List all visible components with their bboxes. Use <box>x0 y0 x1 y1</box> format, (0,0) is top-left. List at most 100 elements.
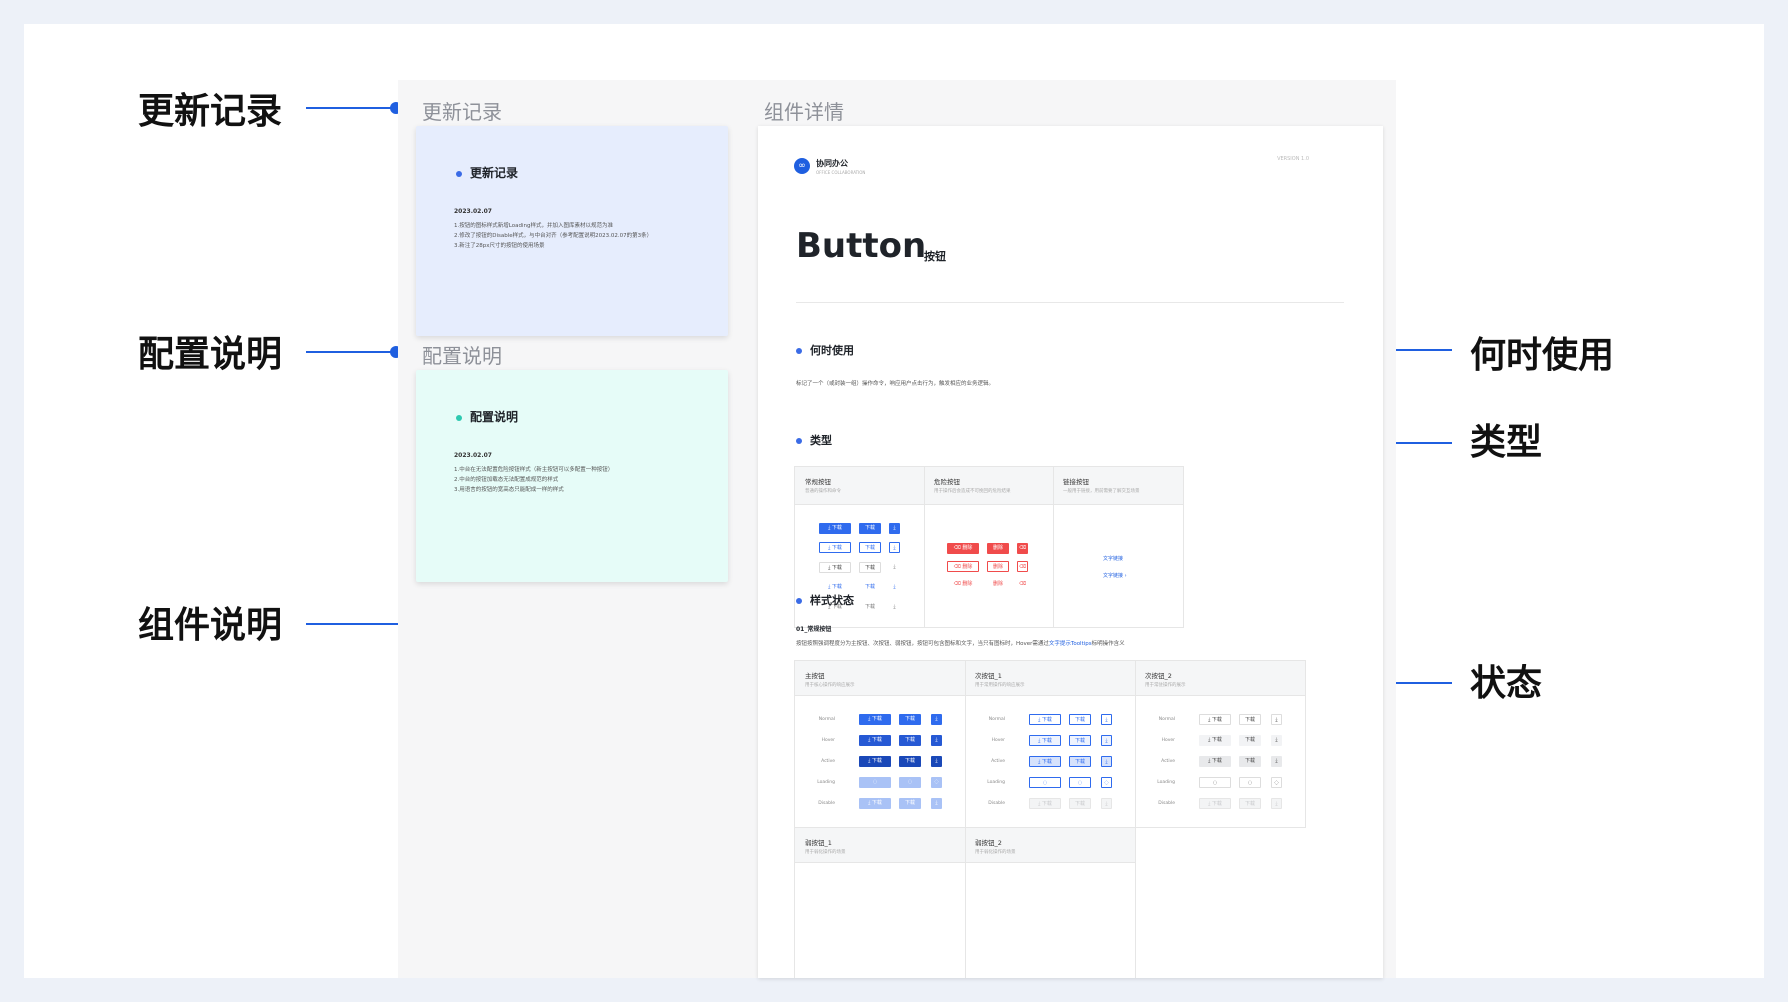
secondary-normal-button[interactable]: 下载 <box>1069 714 1091 725</box>
section-heading-when: 何时使用 <box>796 342 854 358</box>
primary-active-button[interactable]: ⤓ 下载 <box>859 756 891 767</box>
config-card: 配置说明 2023.02.07 1.中台在无法配置危险按钮样式（新主按钮可以多配… <box>416 370 728 582</box>
states-table-header <box>795 661 1305 696</box>
secondary-normal-button[interactable]: ⤓ 下载 <box>1029 714 1061 725</box>
download-icon-button[interactable]: ⤓ <box>889 523 900 534</box>
delete-icon-button[interactable]: ⌫ <box>1017 543 1028 554</box>
primary-icon-button[interactable]: ⤓ <box>931 735 942 746</box>
secondary-icon-button[interactable]: ⤓ <box>1101 714 1112 725</box>
tertiary-loading-button[interactable]: ◌ <box>1239 777 1261 788</box>
section-heading-states: 样式状态 <box>796 592 854 608</box>
tertiary-normal-button[interactable]: 下载 <box>1239 714 1261 725</box>
download-button[interactable]: ⤓ 下载 <box>819 523 851 534</box>
row-label: Active <box>991 759 1005 764</box>
download-icon-button[interactable]: ⤓ <box>889 602 900 613</box>
card-line: 3.用语言的按钮的宽高态只能配成一样的样式 <box>454 487 564 493</box>
download-button[interactable]: 下载 <box>859 562 881 573</box>
delete-icon-button[interactable]: ⌫ <box>1017 561 1028 572</box>
secondary-icon-button[interactable]: ⤓ <box>1101 756 1112 767</box>
weak-buttons-table: 弱按钮_1 用于弱化操作的场景 弱按钮_2 用于弱化操作的场景 <box>794 827 1136 978</box>
group-sub: 用于弱化操作的场景 <box>975 850 1016 855</box>
brand-logo-icon: ∞ <box>794 158 810 174</box>
delete-button[interactable]: 删除 <box>987 561 1009 572</box>
card-title: 更新记录 <box>456 164 518 181</box>
delete-icon-button[interactable]: ⌫ <box>1017 579 1028 590</box>
delete-button[interactable]: ⌫ 删除 <box>947 561 979 572</box>
group-title: 次按钮_1 <box>975 672 1002 680</box>
card-line: 2.中台的按钮加载态无法配置成规范的样式 <box>454 477 559 483</box>
page-title: Button <box>796 226 927 266</box>
primary-normal-button[interactable]: 下载 <box>899 714 921 725</box>
text-link-arrow[interactable]: 文字链接 › <box>1103 572 1127 579</box>
card-line: 3.新注了28px尺寸的按钮的使用场景 <box>454 243 545 249</box>
download-button[interactable]: ⤓ 下载 <box>819 542 851 553</box>
secondary-active-button[interactable]: 下载 <box>1069 756 1091 767</box>
callout-changelog: 更新记录 <box>138 91 283 132</box>
row-label: Active <box>1161 759 1175 764</box>
primary-hover-button[interactable]: 下载 <box>899 735 921 746</box>
row-label: Hover <box>991 738 1005 743</box>
primary-loading-icon-button[interactable]: ◌ <box>931 777 942 788</box>
type-sub: 一般用于链接，用前需要了解交互场景 <box>1063 489 1140 494</box>
secondary-loading-icon-button[interactable]: ◌ <box>1101 777 1112 788</box>
download-icon-button[interactable]: ⤓ <box>889 562 900 573</box>
tertiary-loading-button[interactable]: ◌ <box>1199 777 1231 788</box>
secondary-active-button[interactable]: ⤓ 下载 <box>1029 756 1061 767</box>
section-title-detail: 组件详情 <box>764 100 844 124</box>
group-sub: 用于弱化操作的场景 <box>805 850 846 855</box>
callout-when-to-use: 何时使用 <box>1470 335 1615 376</box>
tertiary-icon-button[interactable]: ⤓ <box>1271 756 1282 767</box>
primary-normal-button[interactable]: ⤓ 下载 <box>859 714 891 725</box>
tertiary-icon-button[interactable]: ⤓ <box>1271 714 1282 725</box>
tooltip-link: 文字提示Tooltips <box>1048 641 1092 647</box>
group-title: 弱按钮_1 <box>805 839 832 847</box>
text-link[interactable]: 文字链接 <box>1103 555 1123 562</box>
download-button[interactable]: 下载 <box>859 523 881 534</box>
group-title: 次按钮_2 <box>1145 672 1172 680</box>
download-button[interactable]: 下载 <box>859 602 881 613</box>
secondary-icon-button[interactable]: ⤓ <box>1101 735 1112 746</box>
download-button[interactable]: 下载 <box>859 582 881 593</box>
component-doc: ∞ 协同办公 OFFICE COLLABORATION VERSION 1.0 … <box>758 126 1383 978</box>
primary-loading-button[interactable]: ◌ <box>859 777 891 788</box>
download-button[interactable]: 下载 <box>859 542 881 553</box>
page-subtitle: 按钮 <box>924 250 946 263</box>
row-label: Disable <box>1158 801 1175 806</box>
secondary-hover-button[interactable]: ⤓ 下载 <box>1029 735 1061 746</box>
bullet-icon <box>796 598 802 604</box>
tertiary-disabled-button: ⤓ 下载 <box>1199 798 1231 809</box>
tertiary-hover-button[interactable]: ⤓ 下载 <box>1199 735 1231 746</box>
primary-icon-button[interactable]: ⤓ <box>931 714 942 725</box>
secondary-loading-button[interactable]: ◌ <box>1029 777 1061 788</box>
delete-button[interactable]: 删除 <box>987 579 1009 590</box>
primary-active-button[interactable]: 下载 <box>899 756 921 767</box>
row-label: Loading <box>817 780 835 785</box>
tertiary-icon-button[interactable]: ⤓ <box>1271 735 1282 746</box>
tertiary-loading-icon-button[interactable]: ◌ <box>1271 777 1282 788</box>
primary-disabled-icon-button: ⤓ <box>931 798 942 809</box>
download-icon-button[interactable]: ⤓ <box>889 542 900 553</box>
tertiary-hover-button[interactable]: 下载 <box>1239 735 1261 746</box>
primary-icon-button[interactable]: ⤓ <box>931 756 942 767</box>
primary-loading-button[interactable]: ◌ <box>899 777 921 788</box>
delete-button[interactable]: 删除 <box>987 543 1009 554</box>
tertiary-normal-button[interactable]: ⤓ 下载 <box>1199 714 1231 725</box>
section-heading-types: 类型 <box>796 432 832 448</box>
download-icon-button[interactable]: ⤓ <box>889 582 900 593</box>
secondary-loading-button[interactable]: ◌ <box>1069 777 1091 788</box>
version-label: VERSION 1.0 <box>1277 156 1309 162</box>
delete-button[interactable]: ⌫ 删除 <box>947 543 979 554</box>
bullet-icon <box>796 348 802 354</box>
tertiary-active-button[interactable]: ⤓ 下载 <box>1199 756 1231 767</box>
download-button[interactable]: ⤓ 下载 <box>819 562 851 573</box>
group-sub: 用于常用操作的响应展示 <box>975 683 1025 688</box>
delete-button[interactable]: ⌫ 删除 <box>947 579 979 590</box>
row-label: Loading <box>1157 780 1175 785</box>
tertiary-active-button[interactable]: 下载 <box>1239 756 1261 767</box>
secondary-hover-button[interactable]: 下载 <box>1069 735 1091 746</box>
type-title: 危险按钮 <box>934 478 960 486</box>
primary-hover-button[interactable]: ⤓ 下载 <box>859 735 891 746</box>
type-sub: 用于操作后会造成不可挽回的危险结果 <box>934 489 1011 494</box>
callout-states: 状态 <box>1470 663 1543 704</box>
type-title: 链接按钮 <box>1063 478 1089 486</box>
